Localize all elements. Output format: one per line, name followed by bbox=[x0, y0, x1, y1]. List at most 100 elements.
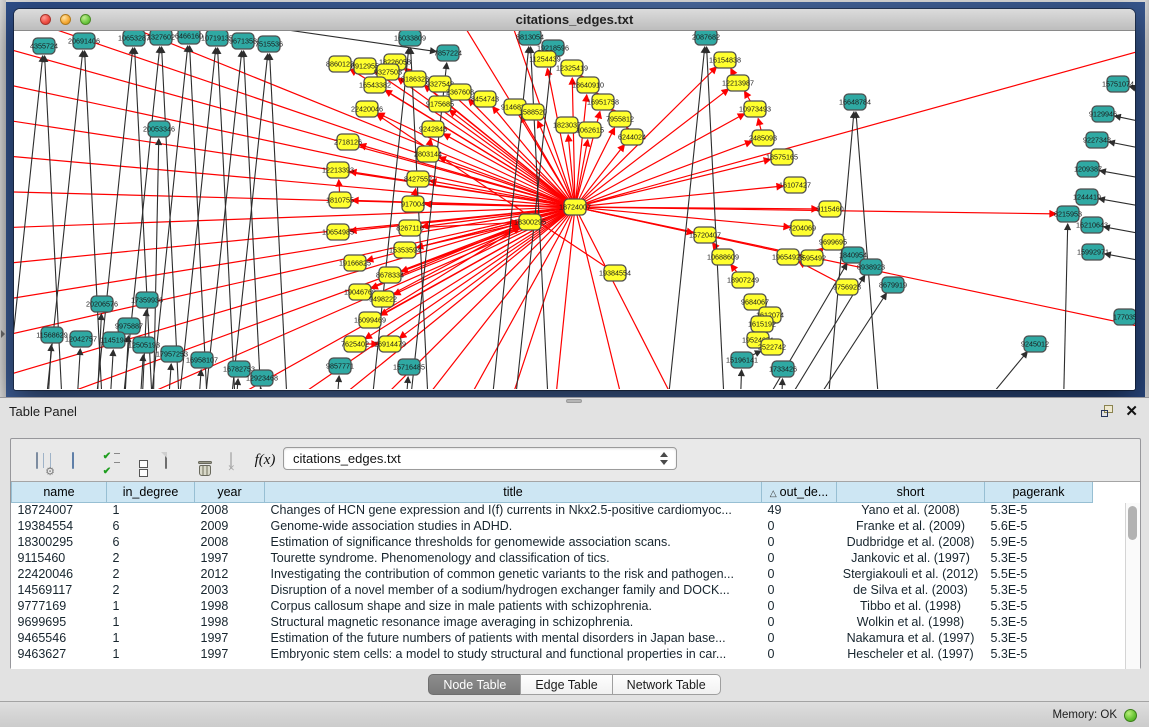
network-node[interactable]: 19384554 bbox=[599, 265, 631, 281]
network-node[interactable]: 17359936 bbox=[131, 292, 163, 308]
table-cell[interactable]: 18300295 bbox=[12, 534, 107, 550]
network-node[interactable]: 16033809 bbox=[394, 31, 426, 46]
network-node[interactable]: 9129946 bbox=[1089, 106, 1117, 122]
network-node[interactable]: 9498222 bbox=[369, 291, 397, 307]
table-cell[interactable]: 19384554 bbox=[12, 518, 107, 534]
network-node[interactable]: 12213393 bbox=[322, 162, 354, 178]
network-node[interactable]: 18640910 bbox=[572, 77, 604, 93]
table-cell[interactable]: 1997 bbox=[195, 646, 265, 662]
collapse-arrow-icon[interactable] bbox=[1, 330, 5, 338]
table-options-icon[interactable]: ⚙ bbox=[23, 447, 51, 473]
network-node[interactable]: 8938923 bbox=[857, 259, 885, 275]
network-node[interactable]: 8860123 bbox=[326, 56, 354, 72]
table-cell[interactable]: 9699695 bbox=[12, 614, 107, 630]
table-cell[interactable]: 1 bbox=[107, 614, 195, 630]
network-node[interactable]: 1588520 bbox=[519, 104, 547, 120]
table-cell[interactable]: 5.3E-5 bbox=[985, 550, 1093, 566]
new-column-icon[interactable] bbox=[152, 447, 180, 473]
table-cell[interactable]: Stergiakouli et al. (2012) bbox=[837, 566, 985, 582]
row-height-icon[interactable] bbox=[124, 447, 152, 473]
network-node[interactable]: 20691406 bbox=[68, 33, 100, 49]
column-header-year[interactable]: year bbox=[195, 482, 265, 502]
network-node[interactable]: 917004 bbox=[401, 196, 425, 212]
table-cell[interactable]: 2009 bbox=[195, 518, 265, 534]
network-node[interactable]: 10653287 bbox=[118, 31, 150, 46]
table-cell[interactable]: 0 bbox=[762, 566, 837, 582]
network-node[interactable]: 8454743 bbox=[471, 91, 499, 107]
float-window-icon[interactable] bbox=[1101, 405, 1115, 418]
table-cell[interactable]: 1997 bbox=[195, 630, 265, 646]
network-node[interactable]: 1209387 bbox=[1074, 161, 1102, 177]
network-node[interactable]: 15751074 bbox=[1102, 76, 1134, 92]
network-node[interactable]: 15716485 bbox=[393, 359, 425, 375]
vertical-scrollbar[interactable] bbox=[1125, 503, 1140, 669]
network-node[interactable]: 6244024 bbox=[618, 129, 646, 145]
table-cell[interactable]: 2003 bbox=[195, 582, 265, 598]
network-node[interactable]: 16914479 bbox=[374, 336, 406, 352]
table-cell[interactable]: Nakamura et al. (1997) bbox=[837, 630, 985, 646]
network-node[interactable]: 7515536 bbox=[255, 36, 283, 52]
network-node[interactable]: 15720407 bbox=[689, 227, 721, 243]
table-cell[interactable]: 6 bbox=[107, 518, 195, 534]
network-node[interactable]: 2087682 bbox=[692, 31, 720, 45]
table-row[interactable]: 1830029562008Estimation of significance … bbox=[12, 534, 1093, 550]
function-builder-icon[interactable]: f(x) bbox=[251, 447, 279, 473]
table-cell[interactable]: 0 bbox=[762, 614, 837, 630]
network-node[interactable]: 2803144 bbox=[414, 146, 442, 162]
network-node[interactable]: 16543382 bbox=[359, 77, 391, 93]
table-cell[interactable]: 1 bbox=[107, 646, 195, 662]
table-row[interactable]: 1872400712008Changes of HCN gene express… bbox=[12, 502, 1093, 518]
network-node[interactable]: 1062615 bbox=[576, 122, 604, 138]
network-node[interactable]: 7857224 bbox=[434, 45, 462, 61]
table-cell[interactable]: Yano et al. (2008) bbox=[837, 502, 985, 518]
table-cell[interactable]: 0 bbox=[762, 582, 837, 598]
table-cell[interactable]: 0 bbox=[762, 630, 837, 646]
tab-network-table[interactable]: Network Table bbox=[612, 674, 721, 695]
network-node[interactable]: 16154838 bbox=[709, 52, 741, 68]
network-node[interactable]: 9175685 bbox=[426, 96, 454, 112]
table-cell[interactable]: Estimation of the future numbers of pati… bbox=[265, 630, 762, 646]
network-node[interactable]: 7625402 bbox=[341, 336, 369, 352]
table-cell[interactable]: 9465546 bbox=[12, 630, 107, 646]
table-cell[interactable]: 0 bbox=[762, 550, 837, 566]
network-node[interactable]: 4355724 bbox=[30, 38, 58, 54]
network-node[interactable]: 17957253 bbox=[156, 346, 188, 362]
column-header-title[interactable]: title bbox=[265, 482, 762, 502]
table-cell[interactable]: 49 bbox=[762, 502, 837, 518]
network-node[interactable]: 1733426 bbox=[769, 361, 797, 377]
row-selection-icon[interactable] bbox=[93, 447, 121, 473]
table-cell[interactable]: 9463627 bbox=[12, 646, 107, 662]
network-node[interactable]: 19654923 bbox=[772, 249, 804, 265]
table-cell[interactable]: Embryonic stem cells: a model to study s… bbox=[265, 646, 762, 662]
network-node[interactable]: 18575165 bbox=[766, 149, 798, 165]
network-window-titlebar[interactable]: citations_edges.txt bbox=[14, 9, 1135, 31]
table-cell[interactable]: Estimation of significance thresholds fo… bbox=[265, 534, 762, 550]
table-cell[interactable]: 0 bbox=[762, 534, 837, 550]
table-cell[interactable]: 2008 bbox=[195, 534, 265, 550]
table-cell[interactable]: 2 bbox=[107, 582, 195, 598]
table-cell[interactable]: 1998 bbox=[195, 598, 265, 614]
table-cell[interactable]: Jankovic et al. (1997) bbox=[837, 550, 985, 566]
table-row[interactable]: 911546021997Tourette syndrome. Phenomeno… bbox=[12, 550, 1093, 566]
network-node[interactable]: 2718126 bbox=[334, 134, 362, 150]
table-row[interactable]: 1938455462009Genome-wide association stu… bbox=[12, 518, 1093, 534]
column-header-out_de[interactable]: △out_de... bbox=[762, 482, 837, 502]
table-cell[interactable]: Franke et al. (2009) bbox=[837, 518, 985, 534]
network-node[interactable]: 9756928 bbox=[833, 279, 861, 295]
column-header-short[interactable]: short bbox=[837, 482, 985, 502]
network-node[interactable]: 16107427 bbox=[779, 177, 811, 193]
network-node[interactable]: 16099469 bbox=[354, 312, 386, 328]
table-row[interactable]: 977716911998Corpus callosum shape and si… bbox=[12, 598, 1093, 614]
table-cell[interactable]: 2012 bbox=[195, 566, 265, 582]
network-node[interactable]: 9857771 bbox=[326, 358, 354, 374]
table-cell[interactable]: Changes of HCN gene expression and I(f) … bbox=[265, 502, 762, 518]
show-columns-icon[interactable] bbox=[59, 447, 87, 473]
network-node[interactable]: 22420046 bbox=[351, 101, 383, 117]
table-cell[interactable]: 1 bbox=[107, 630, 195, 646]
network-node[interactable]: 10688609 bbox=[707, 249, 739, 265]
table-cell[interactable]: 6 bbox=[107, 534, 195, 550]
network-node[interactable]: 2485093 bbox=[749, 130, 777, 146]
table-cell[interactable]: 14569117 bbox=[12, 582, 107, 598]
table-cell[interactable]: 22420046 bbox=[12, 566, 107, 582]
network-node[interactable]: 1615192 bbox=[748, 316, 776, 332]
